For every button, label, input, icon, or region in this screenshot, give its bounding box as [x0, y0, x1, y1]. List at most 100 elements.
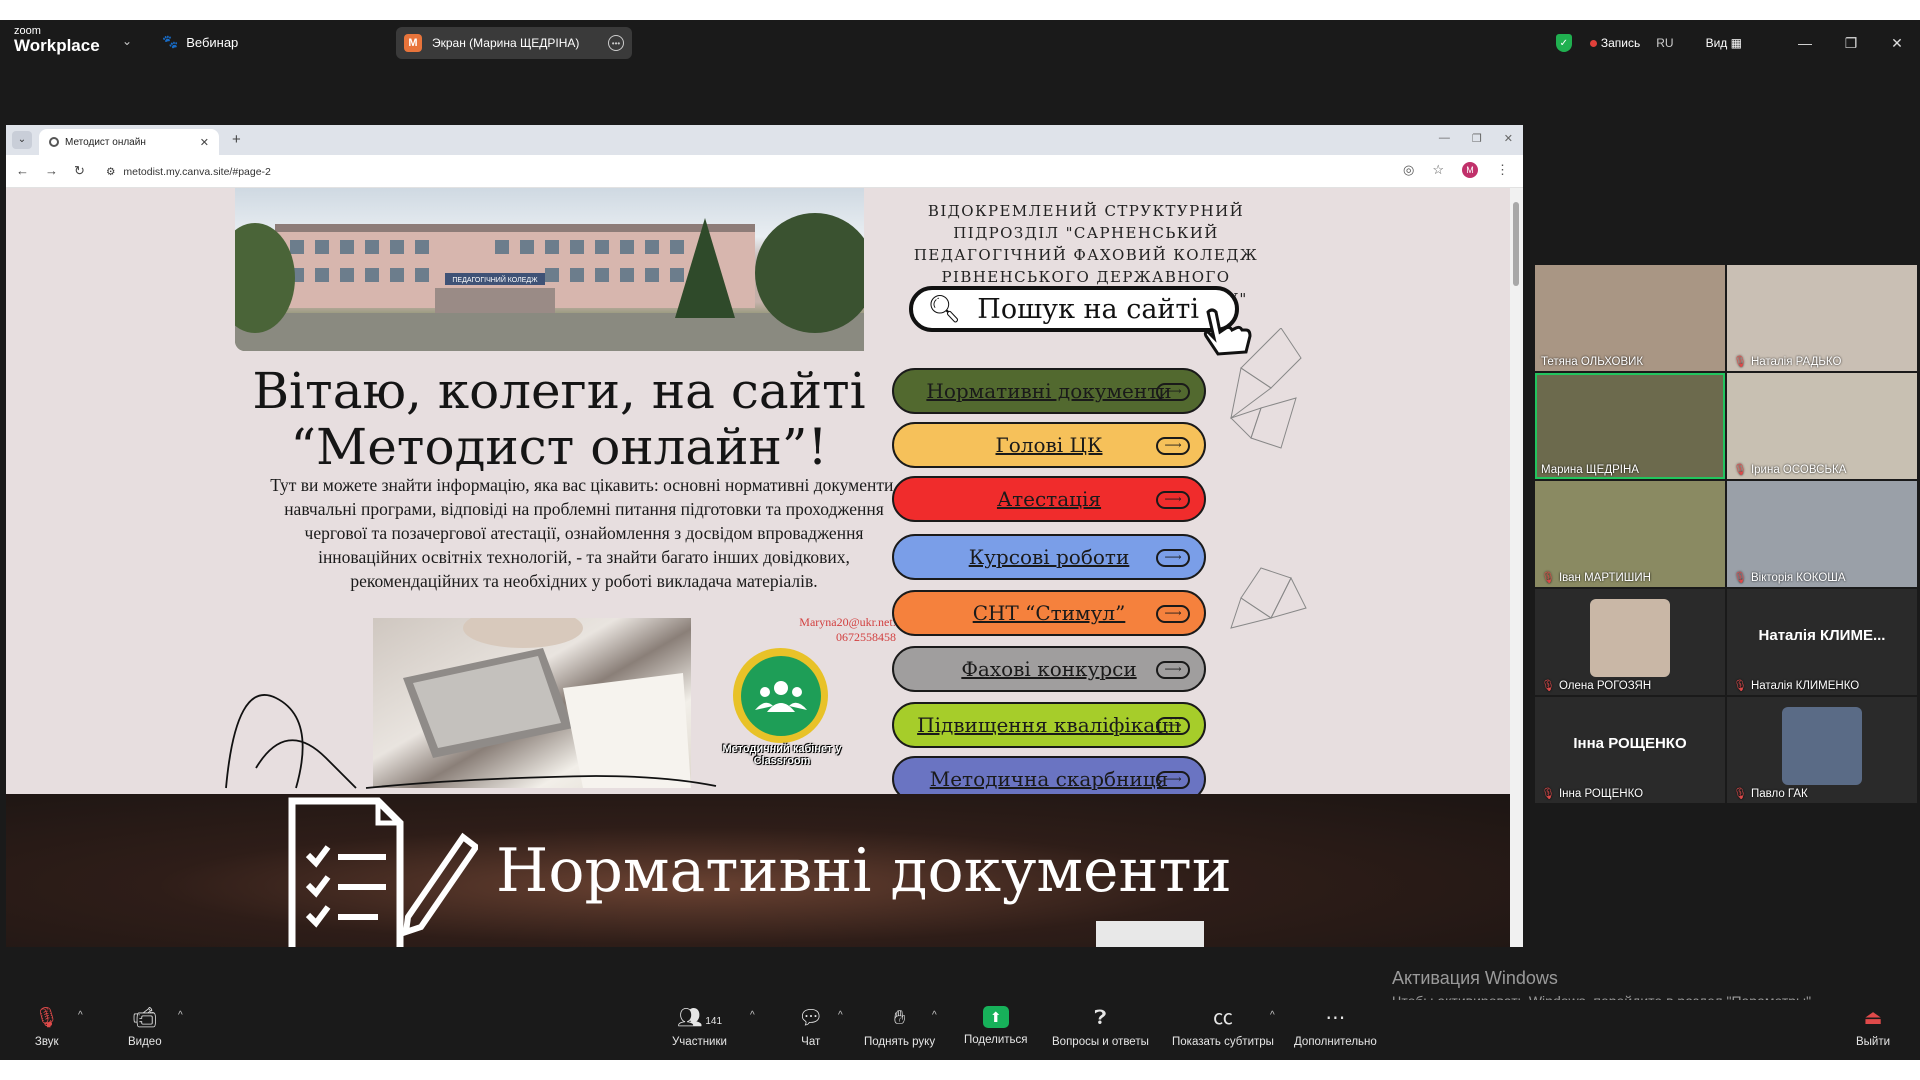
- new-tab-icon[interactable]: +: [232, 131, 241, 148]
- scrollbar-thumb[interactable]: [1513, 202, 1519, 286]
- classroom-label[interactable]: Методичний кабінет у Classroom: [712, 743, 852, 767]
- shield-icon[interactable]: ✓: [1555, 34, 1572, 52]
- close-icon[interactable]: ✕: [1874, 35, 1920, 52]
- contact-email[interactable]: Maryna20@ukr.net:: [741, 615, 896, 630]
- url-field[interactable]: ⚙ metodist.my.canva.site/#page-2: [106, 161, 1326, 183]
- screen-share-pill[interactable]: M Экран (Марина ЩЕДРІНА) •••: [396, 27, 632, 59]
- audio-caret-icon[interactable]: ^: [78, 1010, 83, 1021]
- participant-tile[interactable]: 🎙︎ Наталія РАДЬКО: [1727, 265, 1917, 371]
- participant-name: Олена РОГОЗЯН: [1558, 679, 1652, 692]
- menu-button-label: Методична скарбниця: [929, 767, 1169, 791]
- participant-tile[interactable]: Інна РОЩЕНКО 🎙︎ Інна РОЩЕНКО: [1535, 697, 1725, 803]
- qa-button[interactable]: ❓︎ Вопросы и ответы: [1052, 1006, 1149, 1048]
- site-info-icon[interactable]: ⚙: [106, 166, 115, 178]
- reload-icon[interactable]: ↻: [74, 163, 85, 179]
- classroom-logo[interactable]: [733, 648, 828, 743]
- address-right-tools: ◎ ☆ M ⋮: [1403, 162, 1509, 178]
- more-icon[interactable]: •••: [608, 35, 624, 51]
- menu-button-label: Нормативні документи: [926, 379, 1172, 403]
- video-button[interactable]: 📹︎ Видео: [128, 1006, 162, 1048]
- share-button[interactable]: ⬆ Поделиться: [964, 1006, 1028, 1046]
- menu-dots-icon[interactable]: ⋮: [1496, 162, 1509, 178]
- video-camera-icon: 📹︎: [132, 1007, 158, 1029]
- forward-icon[interactable]: →: [45, 163, 58, 179]
- menu-button[interactable]: Курсові роботи ⟶: [892, 534, 1206, 580]
- menu-button[interactable]: Атестація ⟶: [892, 476, 1206, 522]
- raise-hand-caret-icon[interactable]: ^: [932, 1010, 937, 1021]
- record-indicator[interactable]: Запись: [1589, 36, 1640, 50]
- participant-tile[interactable]: Наталія КЛИМЕ... 🎙︎ Наталія КЛИМЕНКО: [1727, 589, 1917, 695]
- participant-name: Вікторія КОКОША: [1750, 571, 1846, 584]
- participant-tile[interactable]: Тетяна ОЛЬХОВИК: [1535, 265, 1725, 371]
- menu-button[interactable]: Фахові конкурси ⟶: [892, 646, 1206, 692]
- tab-list-icon[interactable]: ⌄: [12, 131, 32, 149]
- menu-button[interactable]: Підвищення кваліфікації ⟶: [892, 702, 1206, 748]
- geometric-decoration: [1230, 328, 1307, 629]
- arrow-right-icon: ⟶: [1156, 605, 1190, 623]
- view-label: Вид: [1705, 36, 1728, 50]
- leave-button[interactable]: ⏏ Выйти: [1856, 1006, 1890, 1048]
- leave-icon: ⏏: [1863, 1007, 1883, 1029]
- grid-icon: ▦: [1730, 36, 1742, 50]
- browser-restore-icon[interactable]: ❐: [1472, 132, 1482, 145]
- participant-tile[interactable]: 🎙︎ Олена РОГОЗЯН: [1535, 589, 1725, 695]
- back-icon[interactable]: ←: [16, 163, 29, 179]
- participant-display-name: Інна РОЩЕНКО: [1573, 735, 1687, 752]
- minimize-icon[interactable]: —: [1782, 35, 1828, 51]
- participant-name: Наталія РАДЬКО: [1750, 355, 1842, 368]
- zoom-logo[interactable]: zoom Workplace: [14, 26, 100, 55]
- bottom-strip: [0, 1060, 1920, 1080]
- more-button[interactable]: ⋯ Дополнительно: [1294, 1006, 1377, 1048]
- chevron-down-icon[interactable]: ⌄: [122, 34, 132, 48]
- participant-tile[interactable]: Марина ЩЕДРІНА: [1535, 373, 1725, 479]
- tab-close-icon[interactable]: ✕: [200, 136, 209, 149]
- participant-tile[interactable]: 🎙︎ Павло ГАК: [1727, 697, 1917, 803]
- raise-hand-button[interactable]: ✋︎ Поднять руку: [864, 1006, 935, 1048]
- record-dot-icon: [1589, 39, 1597, 47]
- participant-name-bar: 🎙︎ Вікторія КОКОША: [1733, 571, 1846, 585]
- share-label-bottom: Поделиться: [964, 1034, 1028, 1046]
- participant-gallery: Тетяна ОЛЬХОВИК 🎙︎ Наталія РАДЬКО Марина ЩЕ…: [1535, 265, 1920, 803]
- browser-close-icon[interactable]: ✕: [1504, 132, 1513, 145]
- participant-tile[interactable]: 🎙︎ Ірина ОСОВСЬКА: [1727, 373, 1917, 479]
- participant-tile[interactable]: 🎙︎ Вікторія КОКОША: [1727, 481, 1917, 587]
- profile-avatar[interactable]: M: [1462, 162, 1478, 178]
- participant-name-bar: Тетяна ОЛЬХОВИК: [1541, 356, 1643, 368]
- menu-button[interactable]: Голові ЦК ⟶: [892, 422, 1206, 468]
- participants-caret-icon[interactable]: ^: [750, 1010, 755, 1021]
- participant-name-bar: 🎙︎ Павло ГАК: [1733, 787, 1808, 801]
- arrow-right-icon: ⟶: [1156, 661, 1190, 679]
- arrow-right-icon: ⟶: [1156, 383, 1190, 401]
- leave-label: Выйти: [1856, 1036, 1891, 1048]
- participant-name: Тетяна ОЛЬХОВИК: [1541, 356, 1644, 368]
- participants-icon: 👥︎ 141: [676, 1007, 723, 1029]
- menu-button[interactable]: Нормативні документи ⟶: [892, 368, 1206, 414]
- captions-icon: ㏄: [1212, 1007, 1233, 1029]
- captions-caret-icon[interactable]: ^: [1270, 1010, 1275, 1021]
- view-button[interactable]: Вид ▦: [1706, 36, 1742, 50]
- video-caret-icon[interactable]: ^: [178, 1010, 183, 1021]
- browser-minimize-icon[interactable]: —: [1439, 132, 1450, 145]
- participant-avatar: [1590, 599, 1670, 677]
- participant-name: Інна РОЩЕНКО: [1558, 787, 1644, 800]
- participants-button[interactable]: 👥︎ 141 Участники: [672, 1006, 727, 1048]
- eye-off-icon[interactable]: ◎: [1403, 162, 1414, 178]
- section-title: Нормативні документи: [496, 836, 1232, 906]
- menu-button[interactable]: СНТ “Стимул” ⟶: [892, 590, 1206, 636]
- chat-button[interactable]: 💬︎ Чат: [798, 1006, 823, 1048]
- webinar-indicator[interactable]: 🐾 Вебинар: [162, 34, 238, 50]
- page-scrollbar[interactable]: [1510, 188, 1523, 947]
- browser-tab[interactable]: Методист онлайн ✕: [39, 129, 219, 155]
- chat-caret-icon[interactable]: ^: [838, 1010, 843, 1021]
- arrow-right-icon: ⟶: [1156, 549, 1190, 567]
- star-icon[interactable]: ☆: [1432, 162, 1444, 178]
- language-indicator[interactable]: RU: [1656, 36, 1673, 50]
- audio-button[interactable]: 🎙︎ Звук: [34, 1006, 59, 1048]
- mic-off-icon: 🎙︎: [1733, 572, 1747, 584]
- site-search-button[interactable]: 🔍︎ Пошук на сайті: [909, 286, 1239, 332]
- zoom-bottom-toolbar: 🎙︎ Звук ^ 📹︎ Видео ^ 👥︎ 141 Участники ^ 💬…: [0, 1000, 1920, 1060]
- search-label: Пошук на сайті: [977, 293, 1199, 325]
- participant-tile[interactable]: 🎙︎ Іван МАРТИШИН: [1535, 481, 1725, 587]
- restore-icon[interactable]: ❐: [1828, 35, 1874, 52]
- captions-button[interactable]: ㏄ Показать субтитры: [1172, 1006, 1274, 1048]
